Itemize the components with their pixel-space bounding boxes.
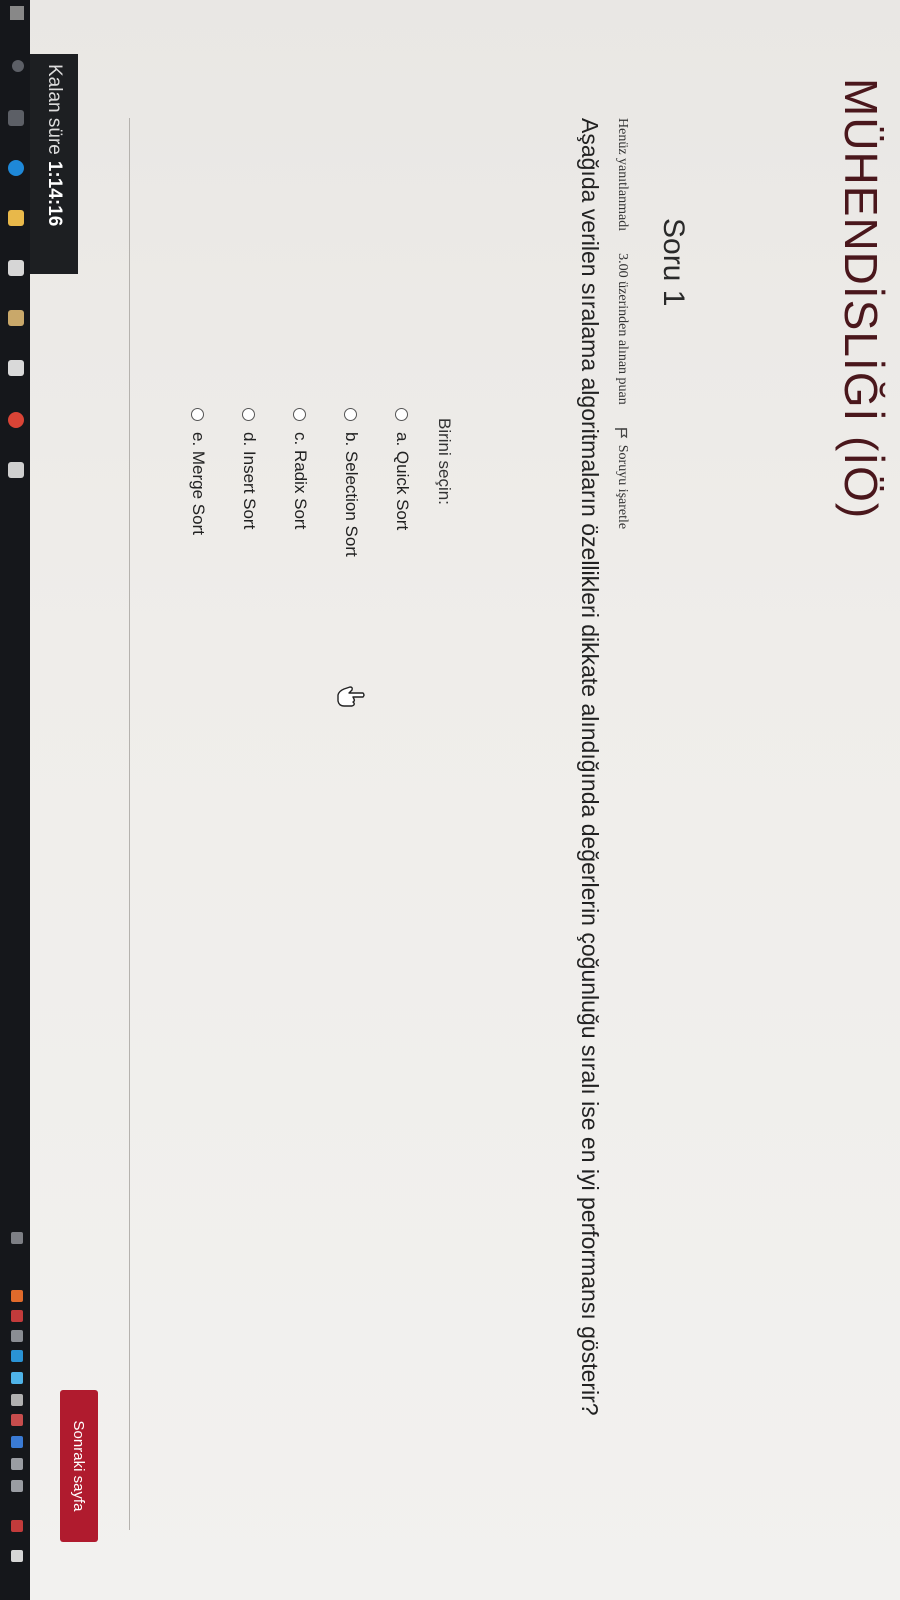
- tray-icon[interactable]: [11, 1414, 23, 1426]
- search-icon[interactable]: [12, 60, 24, 72]
- chrome-icon[interactable]: [8, 412, 24, 428]
- answer-label: d. Insert Sort: [240, 432, 259, 530]
- answer-label: e. Merge Sort: [189, 432, 208, 535]
- app-icon[interactable]: [8, 310, 24, 326]
- flag-question-label: Soruyu işaretle: [615, 444, 630, 530]
- app-icon[interactable]: [8, 462, 24, 478]
- hand-cursor-icon: [336, 684, 366, 710]
- choose-one-label: Birini seçin:: [435, 418, 454, 505]
- edge-icon[interactable]: [8, 160, 24, 176]
- notification-icon[interactable]: [11, 1550, 23, 1562]
- remaining-time-box: Kalan süre 1:14:16: [30, 54, 78, 274]
- os-taskbar: [0, 0, 30, 1600]
- tray-icon[interactable]: [11, 1330, 23, 1342]
- question-info: Henüz yanıtlanmadı 3.00 üzerinden alınan…: [614, 118, 630, 529]
- timer-label: Kalan süre: [44, 64, 65, 155]
- people-icon[interactable]: [11, 1232, 23, 1244]
- question-heading: Soru 1: [657, 218, 690, 307]
- answer-option-d[interactable]: d. Insert Sort: [237, 408, 261, 557]
- radio-button[interactable]: [191, 408, 205, 421]
- radio-button[interactable]: [293, 408, 307, 421]
- folder-icon[interactable]: [8, 210, 24, 226]
- task-view-icon[interactable]: [8, 110, 24, 126]
- tray-icon[interactable]: [11, 1350, 23, 1362]
- radio-button[interactable]: [242, 408, 256, 421]
- answer-label: c. Radix Sort: [291, 432, 310, 530]
- quiz-screen: MÜHENDİSLİĞİ (İÖ) Soru 1 Henüz yanıtlanm…: [0, 0, 900, 1600]
- tray-icon[interactable]: [11, 1436, 23, 1448]
- store-icon[interactable]: [8, 260, 24, 276]
- question-text: Aşağıda verilen sıralama algoritmaların …: [577, 118, 603, 1416]
- start-icon[interactable]: [10, 6, 24, 20]
- answer-label: a. Quick Sort: [393, 432, 412, 531]
- answer-status: Henüz yanıtlanmadı: [615, 118, 630, 232]
- page-title: MÜHENDİSLİĞİ (İÖ): [835, 78, 887, 520]
- photo-frame: MÜHENDİSLİĞİ (İÖ) Soru 1 Henüz yanıtlanm…: [0, 0, 900, 1600]
- answer-option-e[interactable]: e. Merge Sort: [186, 408, 210, 557]
- radio-button[interactable]: [344, 408, 358, 421]
- tray-icon[interactable]: [11, 1394, 23, 1406]
- tray-icon[interactable]: [11, 1520, 23, 1532]
- section-divider: [129, 118, 130, 1530]
- flag-question-link[interactable]: Soruyu işaretle: [614, 427, 630, 529]
- flag-icon: [615, 427, 629, 439]
- question-score: 3.00 üzerinden alınan puan: [615, 253, 630, 405]
- tray-icon[interactable]: [11, 1310, 23, 1322]
- network-icon[interactable]: [11, 1458, 23, 1470]
- answer-option-a[interactable]: a. Quick Sort: [390, 408, 414, 557]
- answer-option-b[interactable]: b. Selection Sort: [339, 408, 363, 557]
- radio-button[interactable]: [395, 408, 409, 421]
- volume-icon[interactable]: [11, 1480, 23, 1492]
- answer-option-c[interactable]: c. Radix Sort: [288, 408, 312, 557]
- answer-label: b. Selection Sort: [342, 432, 361, 557]
- browser-viewport: MÜHENDİSLİĞİ (İÖ) Soru 1 Henüz yanıtlanm…: [30, 0, 900, 1600]
- answer-options: a. Quick Sort b. Selection Sort c. Radix…: [159, 408, 414, 557]
- tray-icon[interactable]: [11, 1372, 23, 1384]
- next-page-button[interactable]: Sonraki sayfa: [60, 1390, 98, 1542]
- timer-value: 1:14:16: [44, 160, 65, 227]
- app-icon[interactable]: [8, 360, 24, 376]
- tray-icon[interactable]: [11, 1290, 23, 1302]
